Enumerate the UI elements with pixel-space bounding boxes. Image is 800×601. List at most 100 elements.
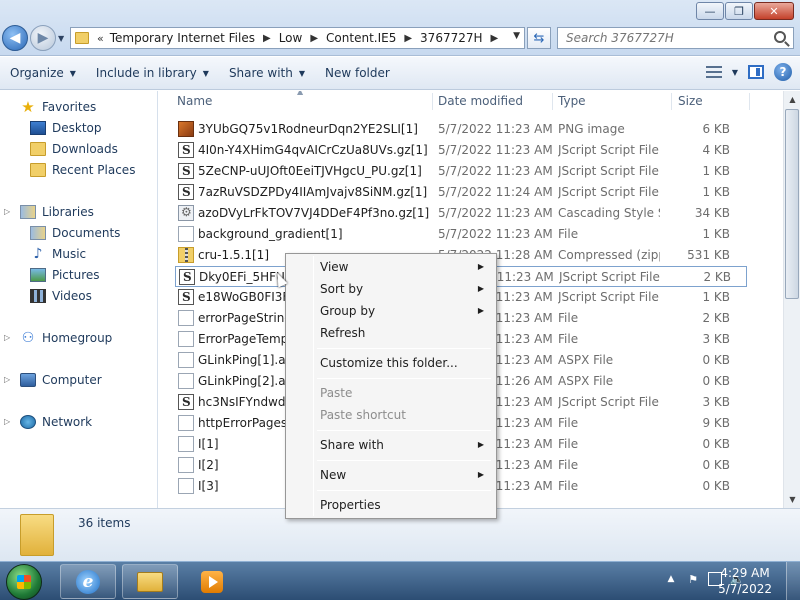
refresh-button[interactable]: ⇆ [527, 27, 551, 49]
action-center-flag-icon[interactable]: ⚑ [686, 572, 700, 586]
file-row[interactable]: 4I0n-Y4XHimG4qvAICrCzUa8UVs.gz[1] 5/7/202… [175, 140, 747, 161]
search-box[interactable] [557, 27, 794, 49]
show-hidden-icons-icon[interactable]: ▲ [664, 572, 678, 586]
show-desktop-button[interactable] [786, 562, 800, 601]
menu-item-new-label: New [320, 468, 347, 482]
vertical-scrollbar[interactable]: ▲ ▼ [783, 91, 800, 508]
menu-item-properties[interactable]: Properties [288, 494, 494, 516]
nav-videos[interactable]: Videos [30, 286, 92, 306]
nav-computer[interactable]: Computer [20, 370, 102, 390]
file-row[interactable]: 3YUbGQ75v1RodneurDqn2YE2SLI[1] 5/7/2022 1… [175, 119, 747, 140]
column-date-modified[interactable]: Date modified [438, 94, 523, 108]
views-icon[interactable] [705, 66, 722, 78]
nav-recent-places[interactable]: Recent Places [30, 160, 135, 180]
expand-homegroup-icon[interactable]: ▷ [4, 333, 10, 342]
nav-documents[interactable]: Documents [30, 223, 120, 243]
breadcrumb-content-ie5[interactable]: Content.IE5 [326, 31, 396, 45]
column-divider[interactable] [749, 93, 750, 110]
expand-network-icon[interactable]: ▷ [4, 417, 10, 426]
windows-explorer-icon [137, 571, 163, 592]
menu-item-view-label: View [320, 260, 349, 274]
recent-pages-dropdown[interactable]: ▼ [58, 34, 64, 43]
file-row[interactable]: azoDVyLrFkTOV7VJ4DDeF4Pf3no.gz[1] 5/7/202… [175, 203, 747, 224]
nav-music[interactable]: ♪ Music [30, 244, 87, 264]
menu-item-refresh[interactable]: Refresh [288, 322, 494, 344]
address-bar[interactable]: « Temporary Internet Files ▶ Low ▶ Conte… [70, 27, 525, 49]
minimize-button[interactable]: — [696, 2, 724, 20]
nav-favorites-label: Favorites [42, 100, 97, 114]
file-icon [178, 226, 194, 242]
chevron-right-icon[interactable]: ▶ [404, 33, 412, 44]
file-type: Cascading Style S... [558, 206, 660, 220]
column-type[interactable]: Type [558, 94, 586, 108]
file-size: 0 KB [702, 437, 730, 451]
column-divider[interactable] [671, 93, 672, 110]
nav-downloads[interactable]: Downloads [30, 139, 118, 159]
folder-icon [75, 32, 89, 44]
script-icon [178, 289, 194, 305]
desktop-icon [30, 121, 46, 135]
nav-favorites[interactable]: ★ Favorites [20, 97, 96, 117]
start-button[interactable] [6, 564, 42, 600]
menu-item-paste: Paste [288, 382, 494, 404]
chevron-right-icon[interactable]: ▶ [310, 33, 318, 44]
menu-item-view[interactable]: View ▶ [288, 256, 494, 278]
aspx-icon [178, 352, 194, 368]
scroll-down-icon[interactable]: ▼ [784, 491, 800, 508]
nav-desktop[interactable]: Desktop [30, 118, 102, 138]
taskbar-media-player[interactable] [184, 564, 240, 599]
search-icon[interactable] [774, 31, 786, 43]
libraries-icon [20, 205, 36, 219]
organize-label: Organize [10, 66, 64, 80]
menu-item-new[interactable]: New ▶ [288, 464, 494, 486]
navigation-pane: ★ Favorites Desktop Downloads Recent Pla… [0, 91, 158, 508]
scroll-thumb[interactable] [785, 109, 799, 299]
expand-libraries-icon[interactable]: ▷ [4, 207, 10, 216]
taskbar-windows-explorer[interactable] [122, 564, 178, 599]
file-date-modified: 5/7/2022 11:23 AM [438, 122, 553, 136]
breadcrumb-low[interactable]: Low [279, 31, 303, 45]
chevron-down-icon[interactable]: ▼ [513, 31, 520, 41]
organize-button[interactable]: Organize ▼ [0, 61, 86, 85]
help-icon[interactable]: ? [774, 63, 792, 81]
menu-item-share-with[interactable]: Share with ▶ [288, 434, 494, 456]
file-row[interactable]: background_gradient[1] 5/7/2022 11:23 AM F… [175, 224, 747, 245]
expand-computer-icon[interactable]: ▷ [4, 375, 10, 384]
chevron-right-icon[interactable]: ▶ [263, 33, 271, 44]
column-size[interactable]: Size [678, 94, 703, 108]
menu-item-customize-folder[interactable]: Customize this folder... [288, 352, 494, 374]
file-icon [178, 310, 194, 326]
file-name: background_gradient[1] [198, 227, 343, 241]
column-divider[interactable] [552, 93, 553, 110]
breadcrumb-temporary-internet-files[interactable]: Temporary Internet Files [110, 31, 255, 45]
close-button[interactable]: ✕ [754, 2, 794, 20]
nav-homegroup[interactable]: ⚇ Homegroup [20, 328, 113, 348]
nav-libraries[interactable]: Libraries [20, 202, 94, 222]
nav-pictures[interactable]: Pictures [30, 265, 100, 285]
taskbar-internet-explorer[interactable]: e [60, 564, 116, 599]
new-folder-button[interactable]: New folder [315, 61, 400, 85]
file-row[interactable]: 7azRuVSDZPDy4IIAmJvajv8SiNM.gz[1] 5/7/202… [175, 182, 747, 203]
back-button[interactable]: ◀ [2, 25, 28, 51]
system-clock[interactable]: 4:29 AM 5/7/2022 [718, 565, 772, 597]
chevron-down-icon: ▼ [298, 68, 305, 78]
menu-item-group-by[interactable]: Group by ▶ [288, 300, 494, 322]
share-with-button[interactable]: Share with ▼ [219, 61, 315, 85]
file-row[interactable]: 5ZeCNP-uUJOft0EeiTJVHgcU_PU.gz[1] 5/7/202… [175, 161, 747, 182]
column-divider[interactable] [432, 93, 433, 110]
column-name[interactable]: Name [177, 94, 212, 108]
chevron-right-icon[interactable]: ▶ [491, 33, 499, 44]
internet-explorer-icon: e [76, 569, 100, 594]
preview-pane-icon[interactable] [748, 65, 764, 79]
include-in-library-button[interactable]: Include in library ▼ [86, 61, 219, 85]
forward-button[interactable]: ▶ [30, 25, 56, 51]
nav-network[interactable]: Network [20, 412, 92, 432]
chevron-down-icon[interactable]: ▼ [732, 68, 738, 77]
breadcrumb-3767727h[interactable]: 3767727H [420, 31, 482, 45]
menu-item-sort-by-label: Sort by [320, 282, 364, 296]
breadcrumb-overflow[interactable]: « [97, 32, 104, 45]
search-input[interactable] [558, 28, 763, 48]
maximize-button[interactable]: ❐ [725, 2, 753, 20]
scroll-up-icon[interactable]: ▲ [784, 91, 800, 108]
menu-item-sort-by[interactable]: Sort by ▶ [288, 278, 494, 300]
